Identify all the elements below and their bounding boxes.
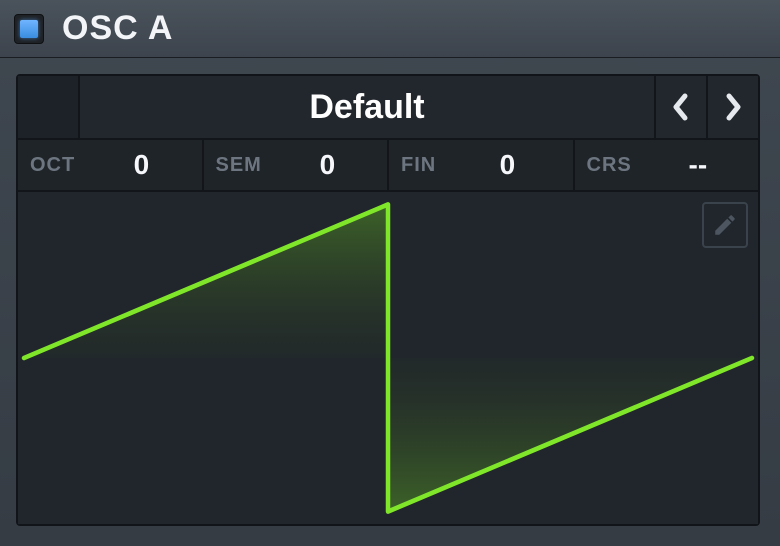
- preset-prev-button[interactable]: [654, 76, 706, 138]
- octave-control[interactable]: OCT 0: [18, 140, 204, 190]
- waveform-edit-button[interactable]: [702, 202, 748, 248]
- chevron-right-icon: [723, 93, 743, 121]
- waveform-display[interactable]: [18, 192, 758, 524]
- osc-title: OSC A: [62, 9, 173, 48]
- preset-row: Default: [18, 76, 758, 140]
- fine-control[interactable]: FIN 0: [389, 140, 575, 190]
- fine-label: FIN: [401, 154, 436, 177]
- params-row: OCT 0 SEM 0 FIN 0 CRS --: [18, 140, 758, 192]
- power-indicator-icon: [20, 20, 38, 38]
- oscillator-panel: OSC A Default OCT 0 SEM: [0, 0, 780, 546]
- fine-value: 0: [454, 149, 560, 181]
- coarse-control[interactable]: CRS --: [575, 140, 759, 190]
- semitone-label: SEM: [216, 154, 262, 177]
- preset-name-selector[interactable]: Default: [80, 76, 654, 138]
- coarse-value: --: [650, 149, 746, 181]
- semitone-value: 0: [280, 149, 375, 181]
- osc-enable-toggle[interactable]: [14, 14, 44, 44]
- preset-next-button[interactable]: [706, 76, 758, 138]
- osc-body: Default OCT 0 SEM 0 FIN: [16, 74, 760, 526]
- titlebar: OSC A: [0, 0, 780, 58]
- pencil-icon: [712, 212, 738, 238]
- preset-menu-button[interactable]: [18, 76, 80, 138]
- octave-label: OCT: [30, 154, 75, 177]
- waveform-svg: [18, 192, 758, 524]
- octave-value: 0: [93, 149, 189, 181]
- chevron-left-icon: [671, 93, 691, 121]
- coarse-label: CRS: [587, 154, 632, 177]
- semitone-control[interactable]: SEM 0: [204, 140, 390, 190]
